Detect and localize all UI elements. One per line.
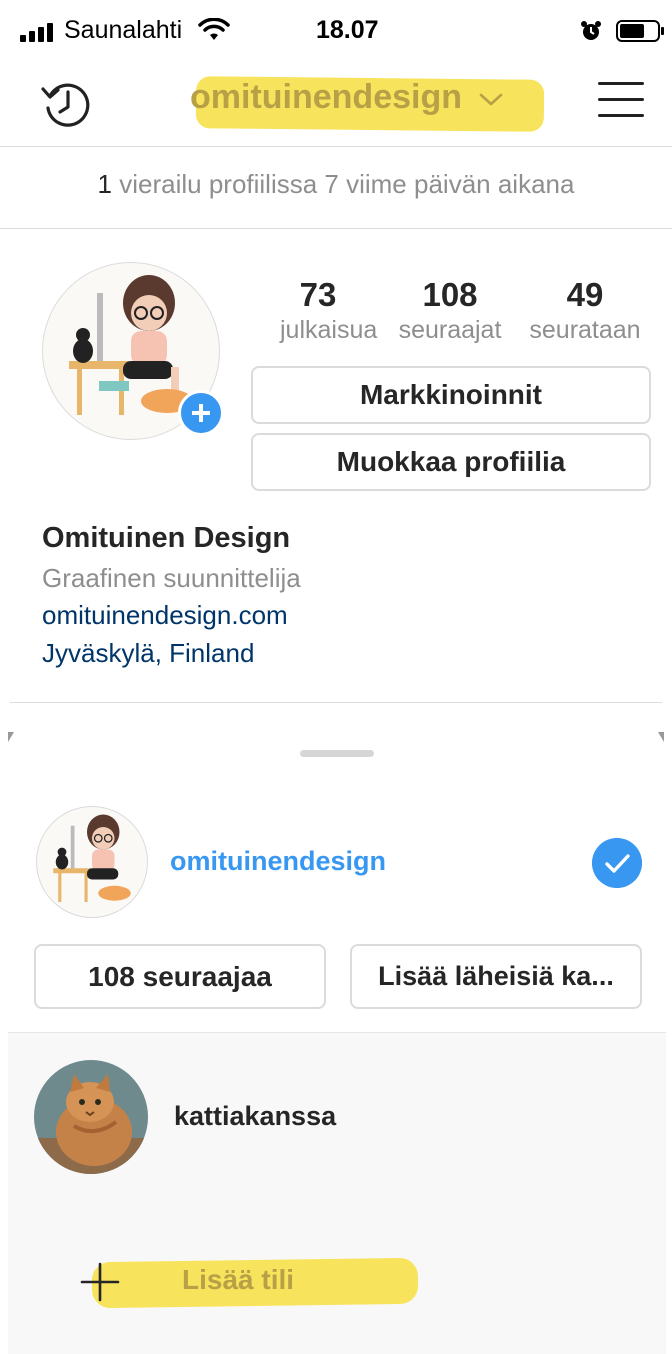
profile-category: Graafinen suunnittelija bbox=[42, 563, 301, 593]
stat-posts[interactable]: 73 julkaisua bbox=[280, 276, 378, 345]
add-account-label[interactable]: Lisää tili bbox=[182, 1264, 294, 1296]
edit-profile-button[interactable]: Muokkaa profiilia bbox=[251, 433, 651, 491]
followers-button[interactable]: 108 seuraajaa bbox=[34, 944, 326, 1009]
profile-display-name: Omituinen Design bbox=[42, 522, 291, 554]
avatar-illustration bbox=[53, 814, 131, 902]
signal-icon bbox=[20, 22, 60, 42]
alarm-icon bbox=[581, 21, 601, 40]
add-story-plus-icon[interactable] bbox=[178, 390, 224, 436]
stat-posts-label: julkaisua bbox=[280, 316, 378, 344]
wifi-icon bbox=[198, 18, 230, 40]
visits-count: 1 bbox=[97, 169, 112, 199]
profile-visits-banner[interactable]: 1 vierailu profiilissa 7 viime päivän ai… bbox=[0, 146, 672, 229]
sheet-drag-handle[interactable] bbox=[300, 750, 374, 757]
stat-followers-label: seuraajat bbox=[398, 316, 502, 344]
stat-following-value: 49 bbox=[566, 276, 604, 313]
battery-icon bbox=[616, 20, 664, 42]
account-switcher-username[interactable]: omituinendesign bbox=[190, 78, 462, 117]
visits-text: vierailu profiilissa 7 viime päivän aika… bbox=[119, 169, 575, 199]
chevron-down-icon[interactable] bbox=[478, 92, 504, 108]
sheet-corner bbox=[658, 732, 664, 742]
cat-photo bbox=[34, 1060, 148, 1174]
carrier-name: Saunalahti bbox=[64, 16, 183, 44]
profile-website-link[interactable]: omituinendesign.com bbox=[42, 600, 288, 631]
profile-location-link[interactable]: Jyväskylä, Finland bbox=[42, 638, 254, 669]
plus-icon[interactable] bbox=[80, 1262, 120, 1302]
current-account-avatar[interactable] bbox=[36, 806, 148, 918]
status-bar: Saunalahti 18.07 bbox=[0, 0, 672, 62]
stat-posts-value: 73 bbox=[299, 276, 337, 313]
divider bbox=[10, 702, 662, 703]
sheet-corner bbox=[8, 732, 14, 742]
stat-following[interactable]: 49 seurataan bbox=[516, 276, 654, 345]
selected-check-icon bbox=[592, 838, 642, 888]
history-icon[interactable] bbox=[38, 76, 94, 132]
close-friends-button[interactable]: Lisää läheisiä ka... bbox=[350, 944, 642, 1009]
current-account-username[interactable]: omituinendesign bbox=[170, 846, 386, 877]
clock: 18.07 bbox=[316, 16, 379, 44]
profile-header: omituinendesign bbox=[0, 62, 672, 147]
stat-followers[interactable]: 108 seuraajat bbox=[386, 276, 514, 345]
menu-icon[interactable] bbox=[598, 78, 648, 122]
stat-followers-value: 108 bbox=[422, 276, 478, 313]
other-account-username[interactable]: kattiakanssa bbox=[174, 1101, 336, 1132]
stat-following-label: seurataan bbox=[529, 316, 641, 344]
promotions-button[interactable]: Markkinoinnit bbox=[251, 366, 651, 424]
other-account-avatar[interactable] bbox=[34, 1060, 148, 1174]
